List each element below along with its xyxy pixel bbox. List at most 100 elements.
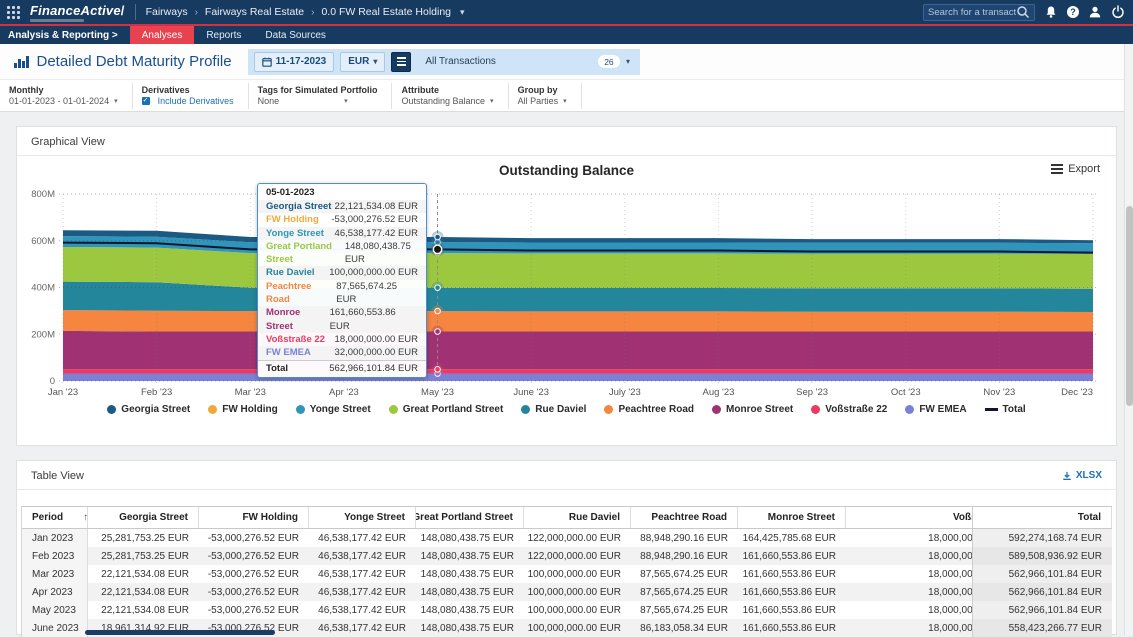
power-icon[interactable] — [1111, 5, 1125, 19]
x-axis-label: Dec '23 — [1061, 387, 1093, 398]
legend-item-georgia-street[interactable]: Georgia Street — [107, 404, 190, 415]
transactions-select[interactable]: All Transactions 26 ▾ — [417, 55, 634, 68]
column-header[interactable]: Total — [972, 507, 1112, 528]
filter-derivatives[interactable]: Derivatives✓Include Derivatives — [133, 83, 249, 109]
y-axis-label: 600M — [31, 236, 55, 247]
series-marker[interactable] — [435, 285, 441, 291]
currency-select[interactable]: EUR▾ — [340, 52, 385, 72]
legend-dot — [107, 405, 116, 414]
search-icon[interactable] — [1016, 5, 1030, 19]
filter-value: 01-01-2023 - 01-01-2024▾ — [9, 96, 118, 107]
help-icon[interactable]: ? — [1067, 6, 1079, 18]
user-icon[interactable] — [1088, 5, 1102, 19]
checkbox-checked-icon[interactable]: ✓ — [142, 97, 150, 105]
filter-tags-for-simulated-portfolio[interactable]: Tags for Simulated PortfolioNone▾ — [249, 83, 393, 109]
filter-group-by[interactable]: Group byAll Parties▾ — [509, 83, 582, 109]
filter-label: Tags for Simulated Portfolio — [258, 85, 378, 96]
legend-item-yonge-street[interactable]: Yonge Street — [296, 404, 371, 415]
series-marker[interactable] — [435, 329, 441, 335]
table-cell: 592,274,168.74 EUR — [972, 529, 1112, 547]
area-series-vo-stra-e-22[interactable] — [63, 369, 1093, 373]
column-header[interactable]: FW Holding — [199, 507, 309, 528]
legend-item-great-portland-street[interactable]: Great Portland Street — [389, 404, 504, 415]
table-cell: 100,000,000.00 EUR — [524, 601, 631, 619]
nav-section-analysis-reporting[interactable]: Analysis & Reporting > — [0, 26, 130, 44]
table-horizontal-scrollbar-thumb[interactable] — [85, 630, 275, 635]
column-header[interactable]: Period↑ — [22, 507, 88, 528]
area-series-peachtree-road[interactable] — [63, 310, 1093, 331]
column-header[interactable]: Great Portland Street — [416, 507, 524, 528]
legend-dot — [296, 405, 305, 414]
column-header[interactable]: Rue Daviel — [524, 507, 631, 528]
tooltip-series-value: 32,000,000.00 EUR — [335, 346, 418, 359]
tooltip-series-value: 161,660,553.86 EUR — [330, 306, 418, 333]
column-header[interactable]: Monroe Street — [738, 507, 846, 528]
xlsx-download-button[interactable]: XLSX — [1062, 470, 1102, 481]
legend-item-rue-daviel[interactable]: Rue Daviel — [521, 404, 586, 415]
page-title: Detailed Debt Maturity Profile — [37, 53, 232, 70]
legend-dot — [811, 405, 820, 414]
table-cell: 25,281,753.25 EUR — [88, 547, 199, 565]
breadcrumb-item[interactable]: Fairways Real Estate — [205, 6, 304, 18]
table-cell: 22,121,534.08 EUR — [88, 565, 199, 583]
table-cell: 46,538,177.42 EUR — [309, 529, 416, 547]
table-cell: 562,966,101.84 EUR — [972, 565, 1112, 583]
tab-reports[interactable]: Reports — [194, 26, 253, 44]
table-cell: Jan 2023 — [22, 529, 88, 547]
tooltip-series-name: Peachtree Road — [266, 280, 336, 307]
series-marker[interactable] — [435, 308, 441, 314]
stacked-area-chart[interactable]: 0200M400M600M800MJan '23Feb '23Mar '23Ap… — [17, 179, 1118, 401]
export-button[interactable]: Export — [1051, 163, 1100, 175]
chevron-down-icon: ▾ — [114, 96, 118, 107]
table-cell: 589,508,936.92 EUR — [972, 547, 1112, 565]
column-header[interactable]: Georgia Street — [88, 507, 199, 528]
chevron-down-icon: ▾ — [373, 57, 377, 66]
table-cell: Feb 2023 — [22, 547, 88, 565]
series-marker[interactable] — [435, 367, 441, 373]
column-header[interactable]: Yonge Street — [309, 507, 416, 528]
area-series-fw-emea[interactable] — [63, 374, 1093, 382]
total-marker[interactable] — [433, 245, 441, 253]
table-cell: 88,948,290.16 EUR — [631, 529, 738, 547]
legend-dot — [905, 405, 914, 414]
breadcrumb-item[interactable]: 0.0 FW Real Estate Holding — [321, 6, 451, 18]
table-cell: 558,423,266.77 EUR — [972, 619, 1112, 637]
transaction-list-button[interactable] — [391, 52, 411, 72]
tooltip-row: Rue Daviel100,000,000.00 EUR — [258, 266, 426, 279]
y-axis-label: 200M — [31, 329, 55, 340]
notifications-bell-icon[interactable] — [1044, 5, 1058, 19]
table-cell: 562,966,101.84 EUR — [972, 583, 1112, 601]
filter-attribute[interactable]: AttributeOutstanding Balance▾ — [392, 83, 508, 109]
filter-label: Derivatives — [142, 85, 234, 96]
area-series-monroe-street[interactable] — [63, 331, 1093, 369]
tab-analyses[interactable]: Analyses — [130, 26, 195, 44]
date-picker-button[interactable]: 11-17-2023 — [254, 52, 335, 72]
chevron-down-icon: ▾ — [490, 96, 494, 107]
tab-data-sources[interactable]: Data Sources — [253, 26, 338, 44]
legend-item-fw-emea[interactable]: FW EMEA — [905, 404, 966, 415]
filter-monthly[interactable]: Monthly01-01-2023 - 01-01-2024▾ — [0, 83, 133, 109]
scrollbar-thumb[interactable] — [1126, 206, 1133, 406]
chevron-down-icon[interactable]: ▾ — [460, 7, 465, 18]
table-cell: -53,000,276.52 EUR — [199, 529, 309, 547]
legend-item-monroe-street[interactable]: Monroe Street — [712, 404, 793, 415]
table-cell: 164,425,785.68 EUR — [738, 529, 846, 547]
series-marker[interactable] — [435, 234, 441, 240]
top-bar: FinanceActive/ Fairways›Fairways Real Es… — [0, 0, 1133, 24]
page-scrollbar[interactable] — [1124, 26, 1133, 635]
tooltip-row: FW EMEA32,000,000.00 EUR — [258, 346, 426, 359]
tooltip-row: Monroe Street161,660,553.86 EUR — [258, 306, 426, 333]
legend-item-total[interactable]: Total — [985, 404, 1026, 415]
filter-label: Group by — [518, 85, 567, 96]
tooltip-series-name: Georgia Street — [266, 200, 331, 213]
legend-item-vo-stra-e-22[interactable]: Voßstraße 22 — [811, 404, 887, 415]
column-header[interactable]: Peachtree Road — [631, 507, 738, 528]
app-grid-icon[interactable] — [0, 0, 26, 24]
bar-chart-icon — [14, 56, 29, 68]
legend-item-peachtree-road[interactable]: Peachtree Road — [604, 404, 694, 415]
divider — [135, 4, 136, 20]
search-input[interactable] — [928, 7, 1016, 18]
breadcrumb-item[interactable]: Fairways — [146, 6, 188, 18]
x-axis-label: Apr '23 — [329, 387, 359, 398]
legend-item-fw-holding[interactable]: FW Holding — [208, 404, 278, 415]
